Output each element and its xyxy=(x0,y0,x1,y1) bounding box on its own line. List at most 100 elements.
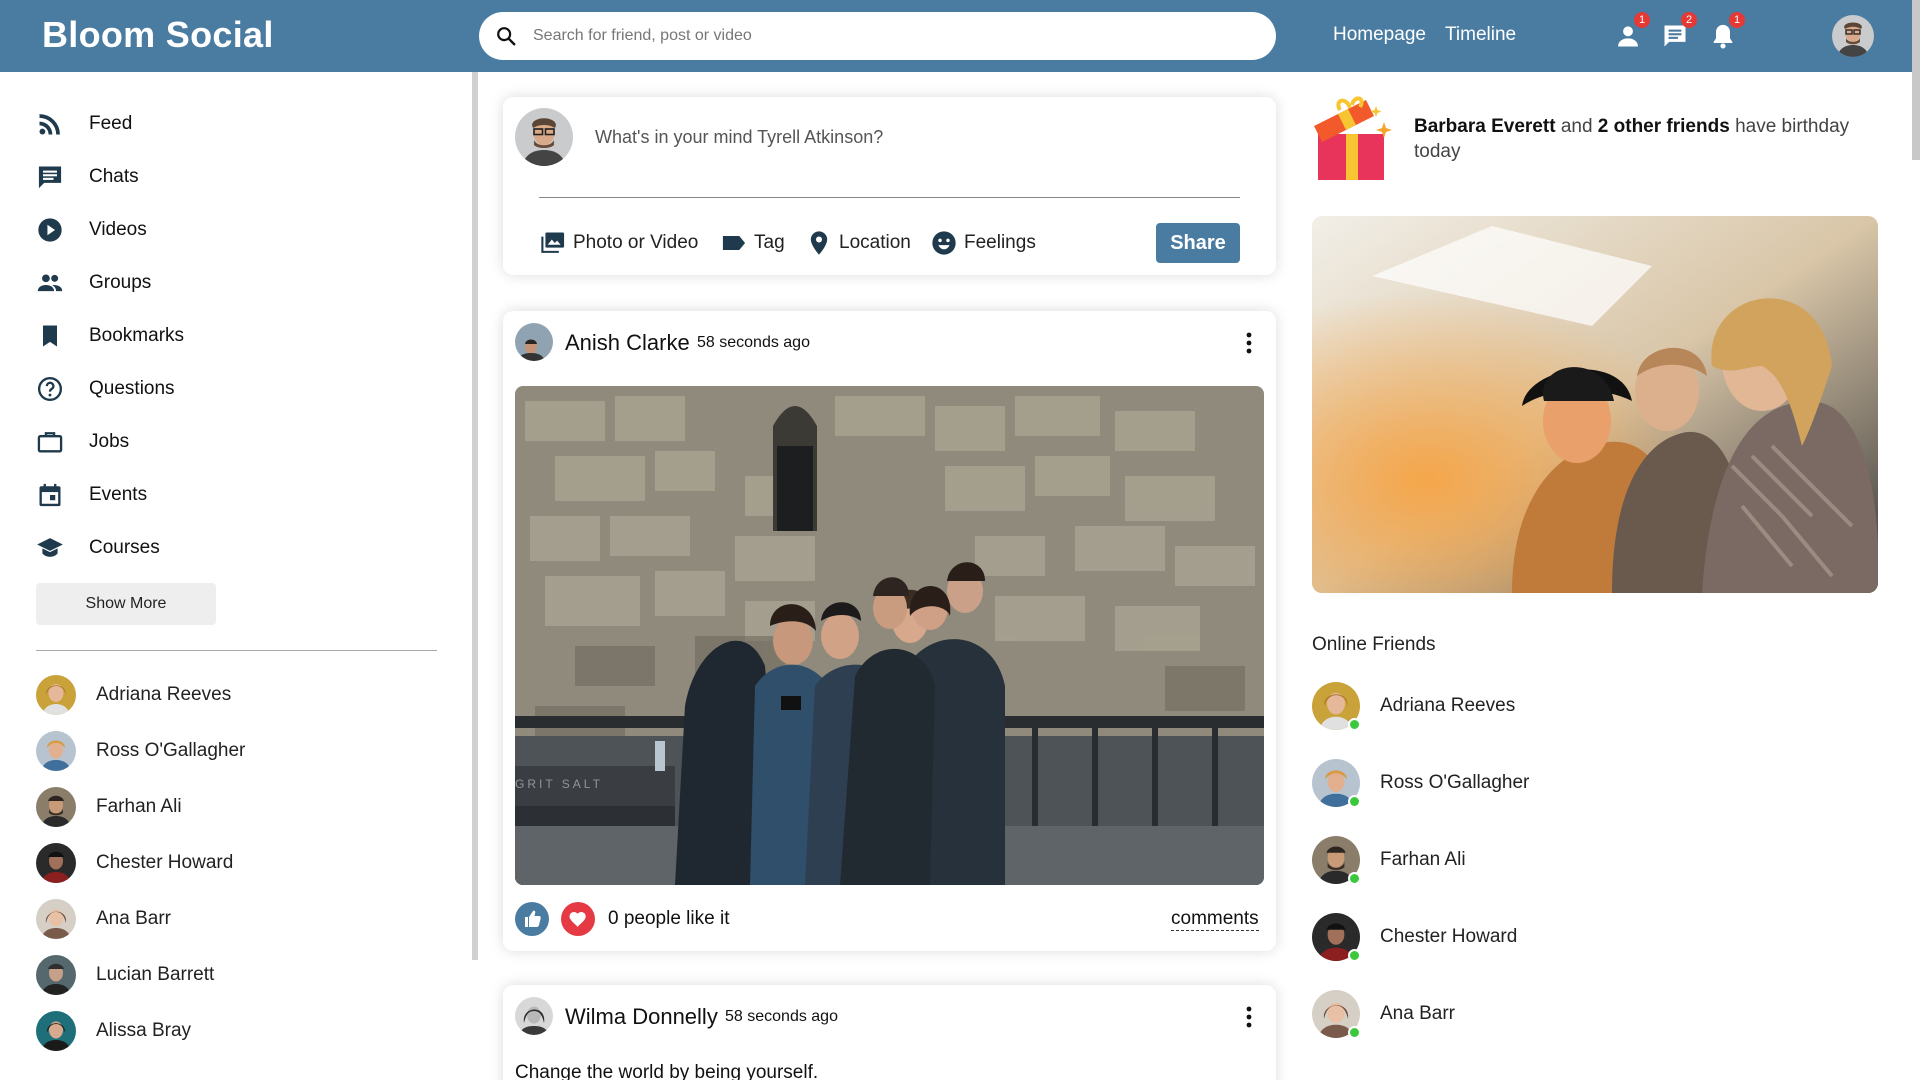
rss-feed-icon xyxy=(39,114,60,135)
sidebar-item-label: Chats xyxy=(89,166,139,187)
sidebar-divider xyxy=(36,650,437,651)
share-divider xyxy=(539,197,1240,198)
post-card: Anish Clarke 58 seconds ago GRIT SALT 0 … xyxy=(503,311,1276,951)
sidebar-item-questions[interactable]: Questions xyxy=(36,372,175,406)
friend-list-item[interactable]: Farhan Ali xyxy=(36,787,182,827)
sidebar-item-label: Groups xyxy=(89,272,152,293)
avatar xyxy=(36,843,76,883)
sidebar-item-label: Feed xyxy=(89,113,133,134)
friend-name: Chester Howard xyxy=(1380,926,1518,947)
post-timestamp: 58 seconds ago xyxy=(725,1008,838,1025)
sidebar-item-jobs[interactable]: Jobs xyxy=(36,425,129,459)
friend-name: Lucian Barrett xyxy=(96,964,215,985)
birthday-others[interactable]: 2 other friends xyxy=(1598,116,1730,137)
share-post-card: Photo or Video Tag Location Feelings Sha… xyxy=(503,97,1276,275)
sidebar-item-label: Videos xyxy=(89,219,147,240)
promo-image[interactable] xyxy=(1312,216,1878,593)
comments-link[interactable]: comments xyxy=(1171,908,1259,931)
messages-badge: 2 xyxy=(1681,12,1697,28)
avatar xyxy=(36,787,76,827)
timeline-link[interactable]: Timeline xyxy=(1445,24,1516,46)
tag-option[interactable]: Tag xyxy=(720,229,785,257)
sidebar-item-label: Questions xyxy=(89,378,175,399)
avatar[interactable] xyxy=(515,997,553,1035)
help-circle-icon xyxy=(37,376,63,402)
svg-text:GRIT SALT: GRIT SALT xyxy=(515,777,603,791)
online-friend-item[interactable]: Adriana Reeves xyxy=(1312,682,1516,731)
friend-requests-button[interactable]: 1 xyxy=(1614,12,1650,50)
photo-video-option[interactable]: Photo or Video xyxy=(539,229,698,257)
sidebar-item-courses[interactable]: Courses xyxy=(36,531,160,565)
chat-icon xyxy=(38,166,62,189)
friend-name: Farhan Ali xyxy=(96,796,182,817)
post-image[interactable]: GRIT SALT xyxy=(515,386,1264,885)
post-input[interactable] xyxy=(595,125,1235,149)
online-friend-item[interactable]: Ross O'Gallagher xyxy=(1312,759,1530,808)
location-option[interactable]: Location xyxy=(805,229,911,257)
sidebar-item-label: Events xyxy=(89,484,148,505)
birthday-person[interactable]: Barbara Everett xyxy=(1414,116,1556,137)
sidebar-item-bookmarks[interactable]: Bookmarks xyxy=(36,319,184,353)
post-author[interactable]: Wilma Donnelly xyxy=(565,1004,718,1030)
online-friend-item[interactable]: Ana Barr xyxy=(1312,990,1455,1039)
friend-list-item[interactable]: Lucian Barrett xyxy=(36,955,214,995)
avatar[interactable] xyxy=(515,323,553,361)
messages-button[interactable]: 2 xyxy=(1661,12,1697,50)
tag-label-icon xyxy=(722,236,746,250)
avatar xyxy=(515,108,573,166)
sidebar-item-label: Bookmarks xyxy=(89,325,185,346)
sidebar-item-groups[interactable]: Groups xyxy=(36,266,151,300)
avatar xyxy=(36,1011,76,1051)
friend-list-item[interactable]: Ana Barr xyxy=(36,899,171,939)
graduation-cap-icon xyxy=(37,538,63,557)
more-vert-icon[interactable] xyxy=(1237,1003,1261,1031)
sidebar-item-label: Jobs xyxy=(89,431,130,452)
online-friends-title: Online Friends xyxy=(1312,634,1436,655)
homepage-link[interactable]: Homepage xyxy=(1333,24,1426,46)
sidebar-item-chats[interactable]: Chats xyxy=(36,160,139,194)
option-label: Photo or Video xyxy=(573,232,699,253)
top-navbar: Bloom Social Homepage Timeline 1 2 1 xyxy=(0,0,1920,72)
more-vert-icon[interactable] xyxy=(1237,329,1261,357)
profile-avatar[interactable] xyxy=(1832,15,1874,57)
sidebar-scrollbar[interactable] xyxy=(472,72,478,960)
friend-name: Ana Barr xyxy=(96,908,171,929)
friend-list-item[interactable]: Ross O'Gallagher xyxy=(36,731,245,771)
page-scrollbar[interactable] xyxy=(1912,0,1920,160)
friend-list-item[interactable]: Chester Howard xyxy=(36,843,233,883)
briefcase-icon xyxy=(37,432,63,453)
friend-name: Ross O'Gallagher xyxy=(96,740,246,761)
search-input[interactable] xyxy=(533,24,1233,48)
notifications-button[interactable]: 1 xyxy=(1709,12,1745,50)
birthday-connector: and xyxy=(1560,116,1593,137)
friend-list-item[interactable]: Alissa Bray xyxy=(36,1011,191,1051)
friend-name: Adriana Reeves xyxy=(1380,695,1516,716)
online-friend-item[interactable]: Chester Howard xyxy=(1312,913,1518,962)
friend-name: Adriana Reeves xyxy=(96,684,232,705)
option-label: Tag xyxy=(754,232,785,253)
photo-library-icon xyxy=(541,232,565,253)
feelings-option[interactable]: Feelings xyxy=(930,229,1036,257)
online-status-dot xyxy=(1348,872,1361,885)
post-author[interactable]: Anish Clarke xyxy=(565,330,690,356)
left-sidebar: Feed Chats Videos Groups Bookmarks Quest… xyxy=(0,72,470,1080)
online-status-dot xyxy=(1348,1026,1361,1039)
sidebar-item-feed[interactable]: Feed xyxy=(36,107,132,141)
brand-logo[interactable]: Bloom Social xyxy=(42,14,274,56)
like-button[interactable] xyxy=(515,902,549,936)
sidebar-item-events[interactable]: Events xyxy=(36,478,147,512)
show-more-button[interactable]: Show More xyxy=(36,583,216,625)
sidebar-item-label: Courses xyxy=(89,537,160,558)
friend-name: Ross O'Gallagher xyxy=(1380,772,1530,793)
sidebar-item-videos[interactable]: Videos xyxy=(36,213,147,247)
location-pin-icon xyxy=(810,231,828,255)
online-friend-item[interactable]: Farhan Ali xyxy=(1312,836,1466,885)
share-button[interactable]: Share xyxy=(1156,223,1240,263)
group-icon xyxy=(37,274,63,292)
avatar xyxy=(36,675,76,715)
likes-count: 0 people like it xyxy=(608,908,730,929)
friend-name: Alissa Bray xyxy=(96,1020,192,1041)
love-button[interactable] xyxy=(561,902,595,936)
friend-list-item[interactable]: Adriana Reeves xyxy=(36,675,231,715)
post-timestamp: 58 seconds ago xyxy=(697,334,810,351)
